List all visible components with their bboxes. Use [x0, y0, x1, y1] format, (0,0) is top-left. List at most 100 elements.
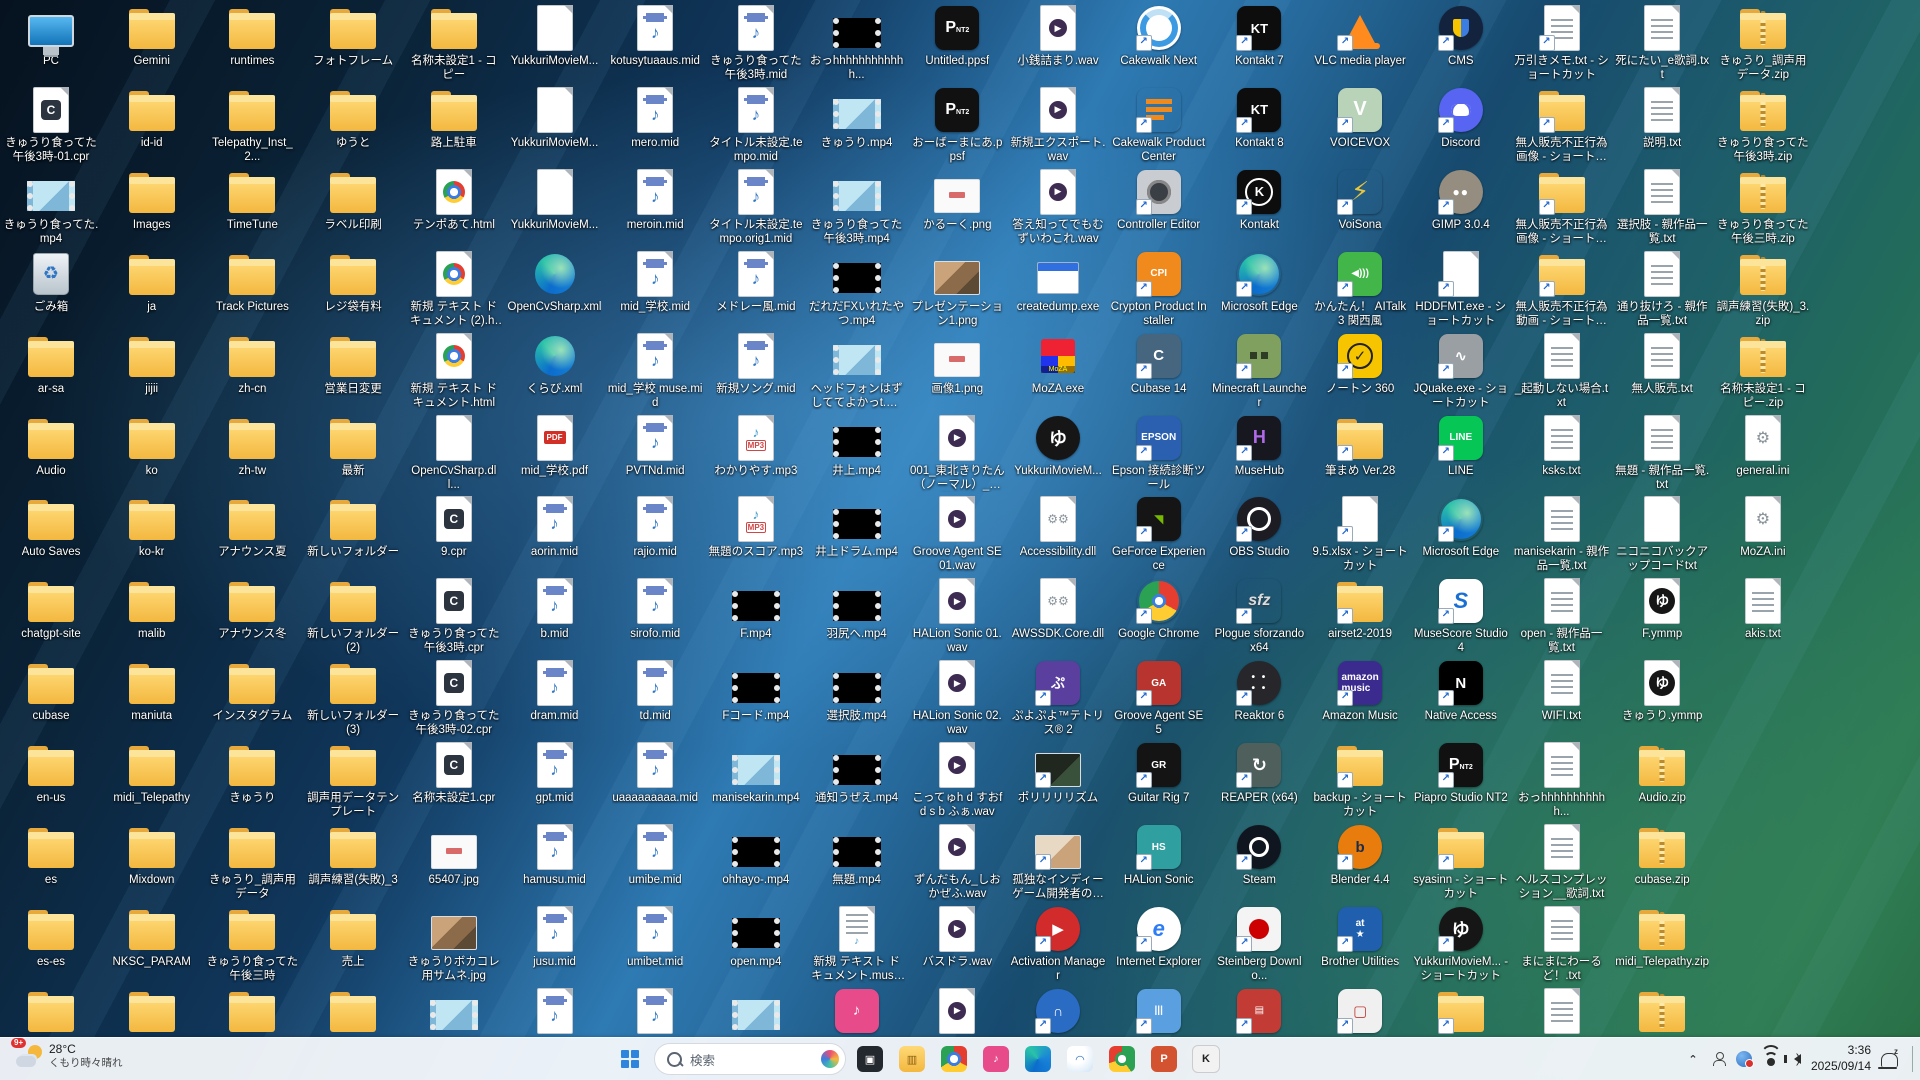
desktop-icon[interactable]: Images [104, 168, 200, 248]
desktop-icon[interactable]: ●● ↗ GIMP 3.0.4 [1413, 168, 1509, 248]
desktop-icon[interactable]: 調声練習(失敗)_3 [305, 823, 401, 903]
desktop-icon[interactable]: ↗ 9.5.xlsx - ショートカット [1312, 495, 1408, 575]
desktop-icon[interactable]: レジ袋有料 [305, 250, 401, 330]
desktop-icon[interactable]: OpenCvSharp.xml [507, 250, 603, 330]
desktop-icon[interactable]: b ↗ Blender 4.4 [1312, 823, 1408, 903]
desktop-icon[interactable]: おっhhhhhhhhhhh... [1514, 741, 1610, 821]
desktop-icon[interactable]: ラベル印刷 [305, 168, 401, 248]
desktop-icon[interactable]: e ↗ Internet Explorer [1111, 905, 1207, 985]
desktop-icon[interactable]: ゆ F.ymmp [1614, 577, 1710, 657]
desktop-icon[interactable]: runtimes [204, 4, 300, 84]
desktop-icon[interactable]: PNT2 おーばーまにあ.ppsf [909, 86, 1005, 166]
desktop-icon[interactable]: ↗ 万引きメモ.txt - ショートカット [1514, 4, 1610, 84]
desktop-icon[interactable]: EPSON ↗ Epson 接続診断ツール [1111, 414, 1207, 494]
desktop-icon[interactable]: NKSC_PARAM [104, 905, 200, 985]
desktop-icon[interactable]: _起動しない場合.txt [1514, 332, 1610, 412]
desktop-icon[interactable]: YukkuriMovieM... [507, 86, 603, 166]
desktop-icon[interactable]: ♪ mid_学校.mid [607, 250, 703, 330]
desktop-icon[interactable]: chatgpt-site [3, 577, 99, 657]
desktop-icon[interactable]: きゅうり食ってた午後三時 [204, 905, 300, 985]
desktop-icon[interactable]: C 9.cpr [406, 495, 502, 575]
desktop-icon[interactable]: 通知うぜえ.mp4 [809, 741, 905, 821]
desktop-icon[interactable]: くらび.xml [507, 332, 603, 412]
desktop-icon[interactable]: Mixdown [104, 823, 200, 903]
desktop-icon[interactable]: ⚙ MoZA.ini [1715, 495, 1811, 575]
desktop-icon[interactable]: ▶ HALion Sonic 02.wav [909, 659, 1005, 739]
taskbar-powerpoint[interactable]: P [1146, 1042, 1182, 1076]
desktop-icon[interactable]: アナウンス夏 [204, 495, 300, 575]
desktop-icon[interactable]: C ↗ Cubase 14 [1111, 332, 1207, 412]
desktop-icon[interactable]: cubase [3, 659, 99, 739]
taskbar-chrome[interactable] [936, 1042, 972, 1076]
desktop-icon[interactable]: ♪ b.mid [507, 577, 603, 657]
desktop-icon[interactable]: C きゅうり食ってた午後3時-01.cpr [3, 86, 99, 166]
desktop-icon[interactable]: ゆ YukkuriMovieM... [1010, 414, 1106, 494]
desktop-icon[interactable]: ↗ Microsoft Edge [1211, 250, 1307, 330]
desktop-icon[interactable]: 通り抜けろ - 親作品一覧.txt [1614, 250, 1710, 330]
desktop-icon[interactable]: 営業日変更 [305, 332, 401, 412]
desktop-icon[interactable]: ↗ Discord [1413, 86, 1509, 166]
desktop-icon[interactable]: ♪ jusu.mid [507, 905, 603, 985]
desktop-icon[interactable]: F.mp4 [708, 577, 804, 657]
desktop-icon[interactable]: PC [3, 4, 99, 84]
desktop-icon[interactable]: K ↗ Kontakt [1211, 168, 1307, 248]
desktop-icon[interactable]: きゅうり_調声用データ.zip [1715, 4, 1811, 84]
desktop-icon[interactable]: 調声練習(失敗)_3.zip [1715, 250, 1811, 330]
desktop-icon[interactable]: まにまにわーるど！.txt [1514, 905, 1610, 985]
desktop-icon[interactable]: open - 親作品一覧.txt [1514, 577, 1610, 657]
desktop-icon[interactable]: ↗ 無人販売不正行為画像 - ショートカッ... [1514, 86, 1610, 166]
desktop-icon[interactable]: ♪ タイトル未設定.tempo.orig1.mid [708, 168, 804, 248]
desktop-icon[interactable]: だれだFXいれたやつ.mp4 [809, 250, 905, 330]
desktop-icon[interactable]: ↗ backup - ショートカット [1312, 741, 1408, 821]
desktop-icon[interactable]: createdump.exe [1010, 250, 1106, 330]
desktop-icon[interactable]: jijii [104, 332, 200, 412]
desktop-icon[interactable]: ♪ umibet.mid [607, 905, 703, 985]
desktop-icon[interactable]: ♪ kotusytuaaus.mid [607, 4, 703, 84]
desktop-icon[interactable]: manisekarin.mp4 [708, 741, 804, 821]
desktop-icon[interactable]: ▶ HALion Sonic 01.wav [909, 577, 1005, 657]
desktop-icon[interactable]: WIFI.txt [1514, 659, 1610, 739]
desktop-icon[interactable]: ohhayo-.mp4 [708, 823, 804, 903]
desktop-icon[interactable]: ▶ ずんだもん_しおかぜふ.wav [909, 823, 1005, 903]
desktop-icon[interactable]: ↻ ↗ REAPER (x64) [1211, 741, 1307, 821]
desktop-icon[interactable]: LINE ↗ LINE [1413, 414, 1509, 494]
desktop-icon[interactable]: id-id [104, 86, 200, 166]
desktop-icon[interactable]: 調声用データテンプレート [305, 741, 401, 821]
desktop-icon[interactable]: ♪ td.mid [607, 659, 703, 739]
desktop-icon[interactable]: H ↗ MuseHub [1211, 414, 1307, 494]
desktop-icon[interactable]: フォトフレーム [305, 4, 401, 84]
desktop-icon[interactable]: 新しいフォルダー (2) [305, 577, 401, 657]
desktop-icon[interactable]: C きゅうり食ってた午後3時.cpr [406, 577, 502, 657]
desktop-icon[interactable]: en-us [3, 741, 99, 821]
desktop-icon[interactable]: ksks.txt [1514, 414, 1610, 494]
desktop-icon[interactable]: GR ↗ Guitar Rig 7 [1111, 741, 1207, 821]
desktop-icon[interactable]: きゅうりボカコレ用サムネ.jpg [406, 905, 502, 985]
desktop-icon[interactable]: ↗ Cakewalk Product Center [1111, 86, 1207, 166]
desktop-icon[interactable]: 説明.txt [1614, 86, 1710, 166]
desktop-icon[interactable]: manisekarin - 親作品一覧.txt [1514, 495, 1610, 575]
desktop-icon[interactable]: maniuta [104, 659, 200, 739]
desktop-icon[interactable]: CPI ↗ Crypton Product Installer [1111, 250, 1207, 330]
desktop-icon[interactable]: ar-sa [3, 332, 99, 412]
desktop-icon[interactable]: malib [104, 577, 200, 657]
desktop-icon[interactable]: 死にたい_e歌詞.txt [1614, 4, 1710, 84]
desktop-icon[interactable]: 無題.mp4 [809, 823, 905, 903]
desktop-icon[interactable]: ↗ Microsoft Edge [1413, 495, 1509, 575]
desktop-icon[interactable]: ♪ タイトル未設定.tempo.mid [708, 86, 804, 166]
show-desktop-button[interactable] [1912, 1046, 1916, 1072]
desktop-icon[interactable]: ▶ 小銭詰まり.wav [1010, 4, 1106, 84]
desktop-icon[interactable]: ♪ sirofo.mid [607, 577, 703, 657]
desktop-icon[interactable]: プレゼンテーション1.png [909, 250, 1005, 330]
desktop-icon[interactable]: ニコニコバックアップコードtxt [1614, 495, 1710, 575]
search-input[interactable]: 検索 [654, 1043, 846, 1075]
desktop-icon[interactable]: きゅうり食ってた午後3時.zip [1715, 86, 1811, 166]
desktop-icon[interactable]: HS ↗ HALion Sonic [1111, 823, 1207, 903]
desktop-icon[interactable]: ♻ ごみ箱 [3, 250, 99, 330]
desktop-icon[interactable]: ⚙ general.ini [1715, 414, 1811, 494]
desktop-icon[interactable]: ♪ gpt.mid [507, 741, 603, 821]
desktop-icon[interactable]: ゆうと [305, 86, 401, 166]
desktop-icon[interactable]: ↗ Steinberg Downlo... [1211, 905, 1307, 985]
desktop-icon[interactable]: • • • • ↗ Reaktor 6 [1211, 659, 1307, 739]
desktop-icon[interactable]: open.mp4 [708, 905, 804, 985]
desktop-icon[interactable]: zh-tw [204, 414, 300, 494]
